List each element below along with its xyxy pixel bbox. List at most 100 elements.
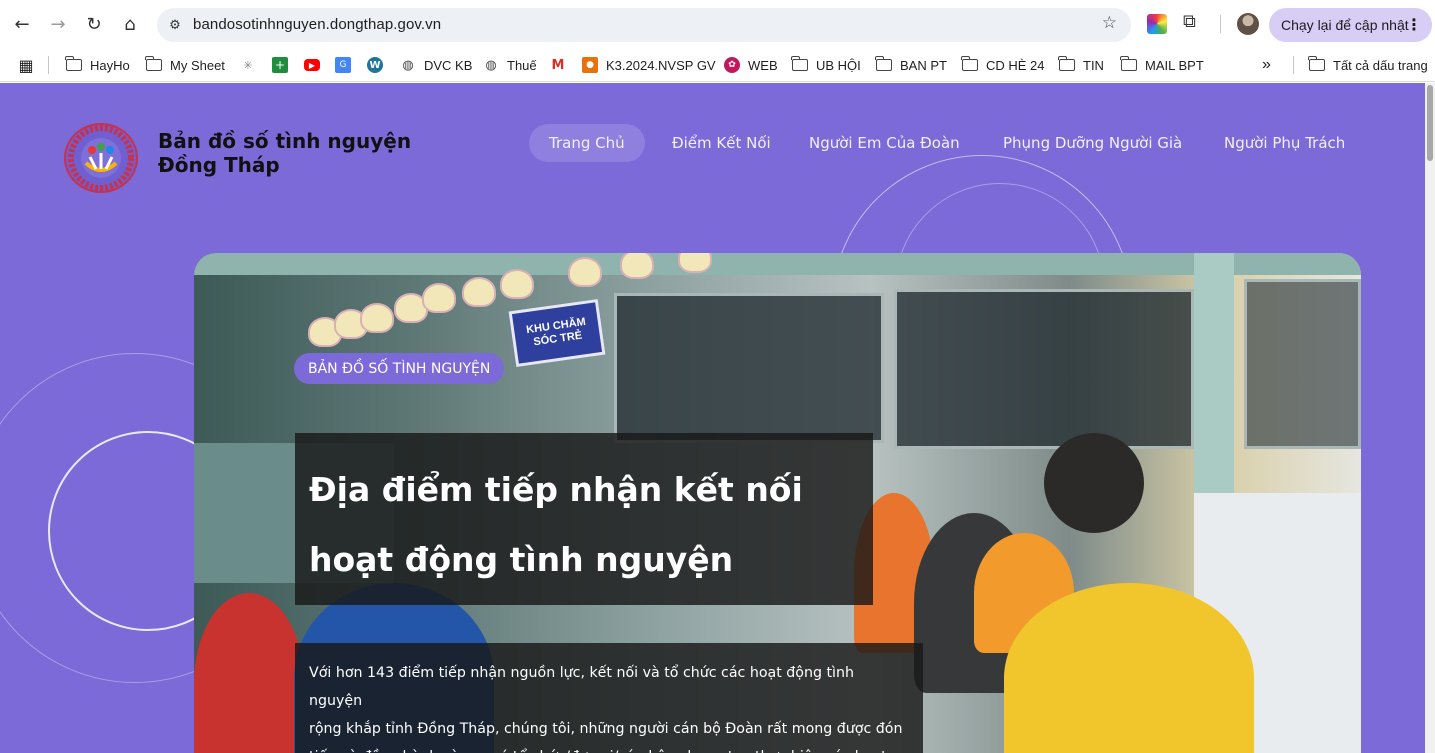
bookmark-label: Tất cả dấu trang: [1333, 57, 1428, 73]
photo-detail: [1044, 433, 1144, 533]
bookmark-link[interactable]: ◍ Thuế: [483, 55, 537, 75]
apps-grid-icon[interactable]: ▦: [18, 55, 42, 75]
bookmark-link[interactable]: +: [272, 55, 296, 75]
site-title-line: Bản đồ số tình nguyện: [158, 129, 412, 153]
back-icon[interactable]: ←: [8, 10, 36, 38]
folder-icon: [1308, 56, 1325, 71]
extension-icon[interactable]: [1147, 14, 1167, 34]
bookmark-folder[interactable]: UB HỘI: [791, 55, 861, 75]
bookmarks-divider: [48, 56, 49, 74]
bookmark-folder[interactable]: CD HÈ 24: [961, 55, 1045, 75]
bookmark-label: K3.2024.NVSP GV: [606, 57, 716, 73]
photo-detail: [422, 283, 456, 313]
bookmark-label: MAIL BPT: [1145, 57, 1204, 73]
all-bookmarks-folder[interactable]: Tất cả dấu trang: [1308, 55, 1428, 75]
bookmark-link[interactable]: ◍ DVC KB: [400, 55, 472, 75]
folder-icon: [1120, 56, 1137, 71]
bookmarks-divider: [1293, 56, 1294, 74]
site-title[interactable]: Bản đồ số tình nguyện Đồng Tháp: [158, 129, 411, 177]
bookmark-label: WEB: [748, 57, 778, 73]
bookmarks-bar: ▦ HayHo My Sheet ✳ + ▶ G W ◍ DVC KB ◍ Th…: [0, 48, 1435, 82]
site-info-icon[interactable]: ⚙: [163, 13, 187, 37]
hero-headline-line: hoạt động tình nguyện: [309, 540, 734, 579]
bookmark-folder[interactable]: MAIL BPT: [1120, 55, 1204, 75]
puzzle-icon[interactable]: ⧉: [1183, 11, 1203, 32]
photo-detail: [568, 257, 602, 287]
bookmark-label: BAN PT: [900, 57, 947, 73]
page-scrollbar[interactable]: [1425, 83, 1435, 753]
folder-icon: [65, 56, 82, 71]
update-button[interactable]: Chạy lại để cập nhật ⋮: [1269, 8, 1432, 42]
photo-detail: [678, 253, 712, 273]
sheets-icon: +: [272, 57, 288, 73]
bookmark-link[interactable]: M: [550, 55, 574, 75]
nav-item-phung-duong-nguoi-gia[interactable]: Phụng Dưỡng Người Già: [983, 124, 1202, 162]
globe-icon: ◍: [485, 57, 497, 73]
address-bar[interactable]: ⚙ bandosotinhnguyen.dongthap.gov.vn ☆: [157, 8, 1131, 42]
hero-headline-line: Địa điểm tiếp nhận kết nối: [309, 470, 803, 509]
youtube-icon: ▶: [304, 59, 320, 71]
photo-detail: [500, 269, 534, 299]
bookmark-folder[interactable]: My Sheet: [145, 55, 225, 75]
bookmark-label: My Sheet: [170, 57, 225, 73]
hero-badge: BẢN ĐỒ SỐ TÌNH NGUYỆN: [294, 353, 505, 384]
bookmark-link[interactable]: ● K3.2024.NVSP GV: [582, 55, 716, 75]
bookmark-folder[interactable]: HayHo: [65, 55, 130, 75]
hero-description: Với hơn 143 điểm tiếp nhận nguồn lực, kế…: [309, 659, 909, 753]
photo-detail: [614, 293, 884, 443]
hero-headline: Địa điểm tiếp nhận kết nối hoạt động tìn…: [309, 455, 869, 595]
bookmark-link[interactable]: G: [335, 55, 359, 75]
nav-item-nguoi-em-cua-doan[interactable]: Người Em Của Đoàn: [789, 124, 980, 162]
bookmark-link[interactable]: W: [367, 55, 391, 75]
star-icon[interactable]: ☆: [1102, 13, 1117, 33]
nav-item-nguoi-phu-trach[interactable]: Người Phụ Trách: [1204, 124, 1365, 162]
web-icon: ✿: [724, 57, 740, 73]
toolbar-divider: [1220, 15, 1221, 33]
bookmark-label: TIN: [1083, 57, 1104, 73]
menu-dots-icon[interactable]: ⋮: [1406, 15, 1422, 34]
wordpress-icon: W: [367, 57, 383, 73]
url-text[interactable]: bandosotinhnguyen.dongthap.gov.vn: [193, 16, 441, 33]
photo-detail: [194, 253, 1361, 275]
photo-detail: [620, 253, 654, 279]
home-icon[interactable]: ⌂: [116, 10, 144, 38]
site-logo[interactable]: [64, 123, 138, 193]
photo-detail: [894, 289, 1194, 449]
folder-icon: [791, 56, 808, 71]
photo-detail: [1244, 279, 1361, 449]
folder-icon: [875, 56, 892, 71]
bookmarks-overflow-button[interactable]: »: [1262, 55, 1271, 75]
folder-icon: [961, 56, 978, 71]
globe-icon: ◍: [402, 57, 414, 73]
bookmark-link[interactable]: ✳: [240, 55, 264, 75]
hero-description-line: tiếp và đồng hành cùng quý tổ chức/đơn v…: [309, 743, 909, 753]
bookmark-link[interactable]: ✿ WEB: [724, 55, 778, 75]
update-button-label: Chạy lại để cập nhật: [1281, 17, 1409, 33]
scrollbar-thumb[interactable]: [1427, 85, 1433, 161]
photo-detail: [360, 303, 394, 333]
photo-detail: [462, 277, 496, 307]
web-page: Bản đồ số tình nguyện Đồng Tháp Trang Ch…: [0, 83, 1425, 753]
nav-item-trang-chu[interactable]: Trang Chủ: [529, 124, 645, 162]
folder-icon: [145, 56, 162, 71]
bookmark-folder[interactable]: BAN PT: [875, 55, 947, 75]
bookmark-label: DVC KB: [424, 57, 473, 73]
bookmark-label: Thuế: [507, 57, 537, 73]
gmail-icon: M: [551, 57, 565, 73]
bookmark-link[interactable]: ▶: [304, 55, 328, 75]
bookmark-label: UB HỘI: [816, 57, 861, 73]
bookmark-label: HayHo: [90, 57, 130, 73]
hero-description-line: Với hơn 143 điểm tiếp nhận nguồn lực, kế…: [309, 665, 854, 709]
bookmark-folder[interactable]: TIN: [1058, 55, 1104, 75]
grid-icon: ▦: [18, 55, 34, 75]
bookmark-label: CD HÈ 24: [986, 57, 1045, 73]
profile-avatar[interactable]: [1237, 13, 1259, 35]
hero-description-line: rộng khắp tỉnh Đồng Tháp, chúng tôi, nhữ…: [309, 721, 903, 737]
bookmark-favicon-icon: ✳: [243, 58, 253, 72]
logo-emblem-icon: [68, 125, 134, 191]
forward-icon[interactable]: →: [44, 10, 72, 38]
nav-item-diem-ket-noi[interactable]: Điểm Kết Nối: [652, 124, 791, 162]
hero-headline-box: Địa điểm tiếp nhận kết nối hoạt động tìn…: [295, 433, 873, 605]
site-title-line: Đồng Tháp: [158, 153, 280, 177]
reload-icon[interactable]: ↻: [80, 10, 108, 38]
